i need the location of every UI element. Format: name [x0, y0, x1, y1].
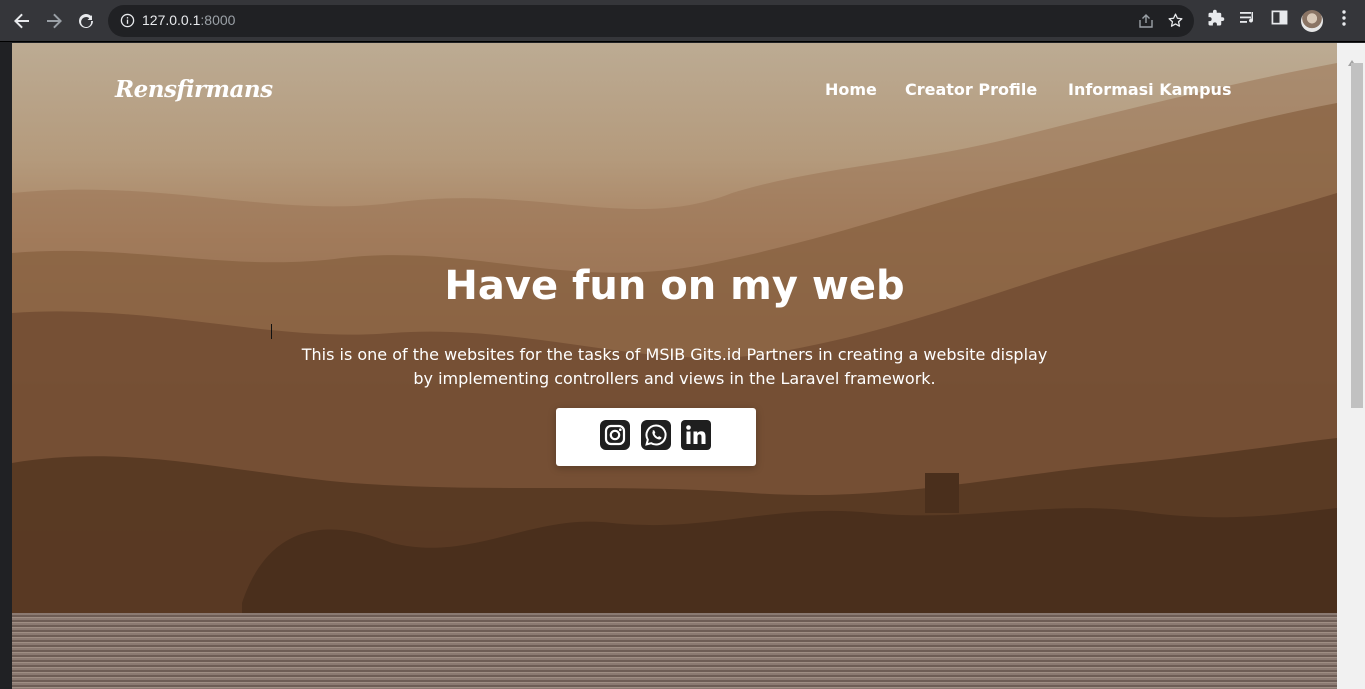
page-viewport: Rensfirmans Home Creator Profile Informa… — [12, 43, 1337, 689]
star-icon[interactable] — [1167, 12, 1184, 29]
url-port: :8000 — [200, 12, 236, 28]
site-brand-logo[interactable]: Rensfirmans — [115, 76, 273, 103]
info-icon[interactable] — [120, 13, 135, 28]
hero-description: This is one of the websites for the task… — [301, 345, 1048, 388]
social-links-card — [556, 408, 756, 466]
forward-arrow-icon[interactable] — [42, 9, 66, 33]
nav-link-home[interactable]: Home — [825, 80, 877, 99]
reload-icon[interactable] — [74, 9, 98, 33]
url-host: 127.0.0.1 — [142, 12, 201, 28]
nav-link-informasi-kampus[interactable]: Informasi Kampus — [1068, 80, 1231, 99]
water-surface — [12, 613, 1337, 689]
hero-title: Have fun on my web — [444, 263, 905, 309]
extensions-icon[interactable] — [1207, 9, 1225, 27]
reading-list-icon[interactable] — [1239, 9, 1257, 27]
page-scrollbar[interactable] — [1337, 43, 1365, 689]
back-arrow-icon[interactable] — [10, 9, 34, 33]
scrollbar-thumb[interactable] — [1351, 63, 1363, 408]
profile-avatar[interactable] — [1301, 10, 1323, 32]
menu-kebab-icon[interactable] — [1336, 9, 1352, 27]
text-cursor — [271, 324, 272, 339]
instagram-icon[interactable] — [600, 420, 630, 450]
linkedin-icon[interactable] — [681, 420, 711, 450]
url-text[interactable]: 127.0.0.1:8000 — [142, 12, 235, 28]
whatsapp-icon[interactable] — [641, 420, 671, 450]
side-panel-icon[interactable] — [1271, 9, 1288, 26]
address-bar[interactable]: 127.0.0.1:8000 — [108, 5, 1194, 37]
share-icon[interactable] — [1138, 13, 1154, 29]
nav-link-creator-profile[interactable]: Creator Profile — [905, 80, 1037, 99]
browser-toolbar: 127.0.0.1:8000 — [0, 0, 1365, 42]
